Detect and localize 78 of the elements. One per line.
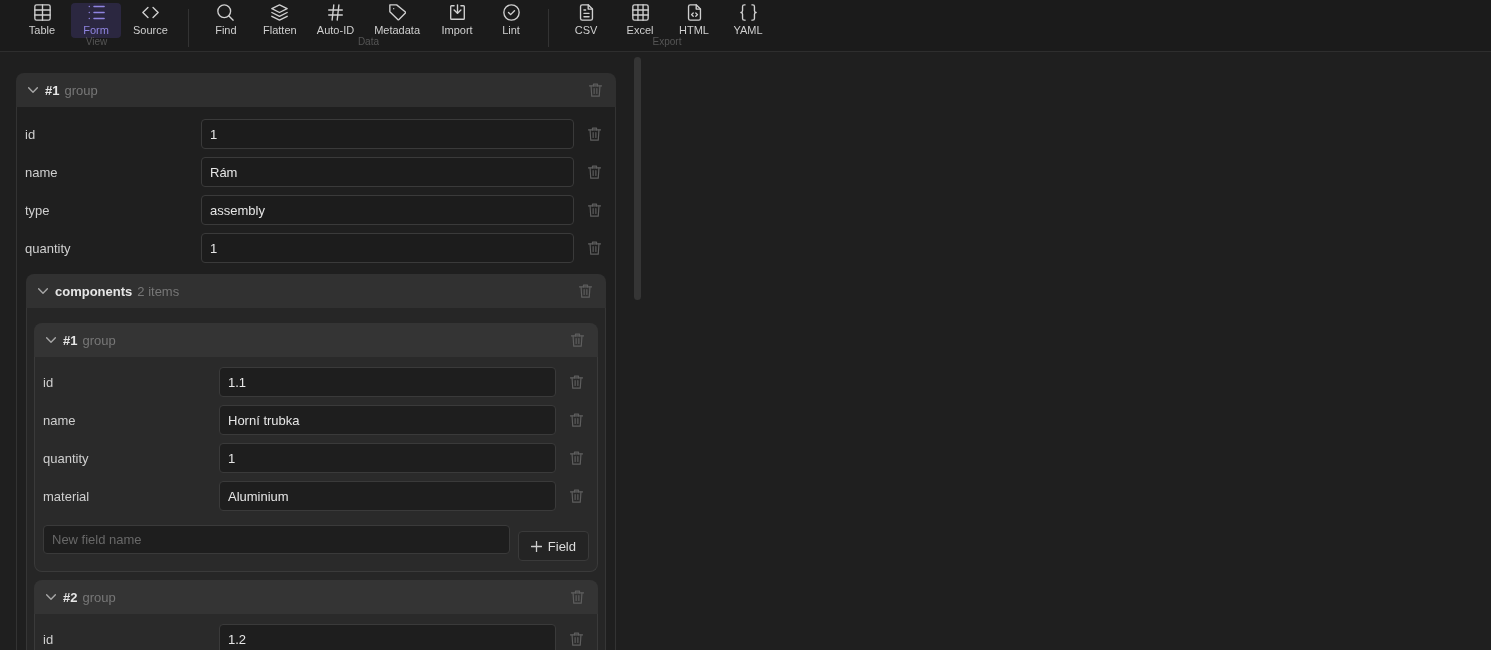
- list-icon: [87, 4, 105, 21]
- toolbar-button[interactable]: Auto-ID: [308, 3, 363, 38]
- field-label: type: [25, 202, 51, 218]
- group-header[interactable]: #1 group: [34, 323, 598, 357]
- trash-icon[interactable]: [588, 127, 601, 141]
- group-index: #1: [63, 332, 78, 348]
- field-input[interactable]: 1.2: [219, 624, 556, 650]
- field-input[interactable]: assembly: [201, 195, 574, 225]
- trash-icon[interactable]: [570, 375, 583, 389]
- field-label: id: [43, 631, 55, 647]
- chevron-icon[interactable]: [38, 288, 48, 294]
- search-icon: [217, 4, 235, 21]
- hash-icon: [327, 4, 344, 21]
- toolbar-button[interactable]: Flatten: [254, 3, 305, 38]
- toolbar-button[interactable]: Find: [200, 3, 251, 38]
- trash-icon[interactable]: [589, 83, 602, 97]
- trash-icon[interactable]: [571, 590, 584, 604]
- field-label: name: [25, 164, 59, 180]
- field-label: name: [43, 412, 77, 428]
- field-input[interactable]: Horní trubka: [219, 405, 556, 435]
- layers-icon: [271, 4, 289, 21]
- code-icon: [141, 4, 159, 21]
- chevron-icon[interactable]: [46, 594, 56, 600]
- chevron-icon[interactable]: [46, 337, 56, 343]
- field-input[interactable]: 1: [219, 443, 556, 473]
- field-input[interactable]: 1.1: [219, 367, 556, 397]
- file-code-icon: [685, 4, 703, 21]
- check-circle-icon: [502, 4, 520, 21]
- trash-icon[interactable]: [588, 203, 601, 217]
- toolbar-button[interactable]: Excel: [615, 3, 666, 38]
- group-type-label: group: [82, 332, 116, 348]
- group-header[interactable]: #2 group: [34, 580, 598, 614]
- group-index: #1: [45, 82, 60, 98]
- new-field-input[interactable]: New field name: [43, 525, 510, 554]
- trash-icon[interactable]: [588, 241, 601, 255]
- list-header[interactable]: components 2 items: [26, 274, 606, 308]
- trash-icon[interactable]: [571, 333, 584, 347]
- field-label: quantity: [43, 450, 90, 466]
- trash-icon[interactable]: [570, 451, 583, 465]
- group-index: #2: [63, 589, 78, 605]
- file-text-icon: [577, 4, 595, 21]
- list-name: components: [55, 283, 133, 299]
- tag-icon: [388, 4, 406, 21]
- trash-icon[interactable]: [579, 284, 592, 298]
- download-icon: [448, 4, 466, 21]
- item-count: 2 items: [137, 283, 180, 299]
- grid-icon: [631, 4, 649, 21]
- toolbar-button[interactable]: HTML: [669, 3, 720, 38]
- field-label: quantity: [25, 240, 72, 256]
- toolbar-group-label: Export: [652, 36, 682, 48]
- field-input[interactable]: 1: [201, 233, 574, 263]
- field-label: id: [25, 126, 37, 142]
- table-icon: [33, 4, 51, 21]
- toolbar-button[interactable]: Metadata: [366, 3, 429, 38]
- add-field-button[interactable]: Field: [517, 531, 589, 561]
- field-input[interactable]: Rám: [201, 157, 574, 187]
- trash-icon[interactable]: [570, 632, 583, 646]
- toolbar-group-label: View: [85, 36, 108, 48]
- toolbar-button[interactable]: Import: [432, 3, 483, 38]
- trash-icon[interactable]: [588, 165, 601, 179]
- toolbar-button[interactable]: YAML: [723, 3, 774, 38]
- toolbar-button[interactable]: Lint: [486, 3, 537, 38]
- group-header[interactable]: #1 group: [16, 73, 616, 107]
- group-type-label: group: [64, 82, 98, 98]
- chevron-icon[interactable]: [28, 87, 38, 93]
- trash-icon[interactable]: [570, 413, 583, 427]
- field-label: id: [43, 374, 55, 390]
- toolbar-button[interactable]: Source: [125, 3, 176, 38]
- field-label: material: [43, 488, 91, 504]
- trash-icon[interactable]: [570, 489, 583, 503]
- field-input[interactable]: 1: [201, 119, 574, 149]
- plus-icon: [530, 540, 542, 552]
- toolbar-button[interactable]: CSV: [561, 3, 612, 38]
- field-input[interactable]: Aluminium: [219, 481, 556, 511]
- group-type-label: group: [82, 589, 116, 605]
- toolbar-button[interactable]: Form: [71, 3, 121, 38]
- toolbar-button[interactable]: Table: [17, 3, 67, 38]
- braces-icon: [739, 4, 757, 21]
